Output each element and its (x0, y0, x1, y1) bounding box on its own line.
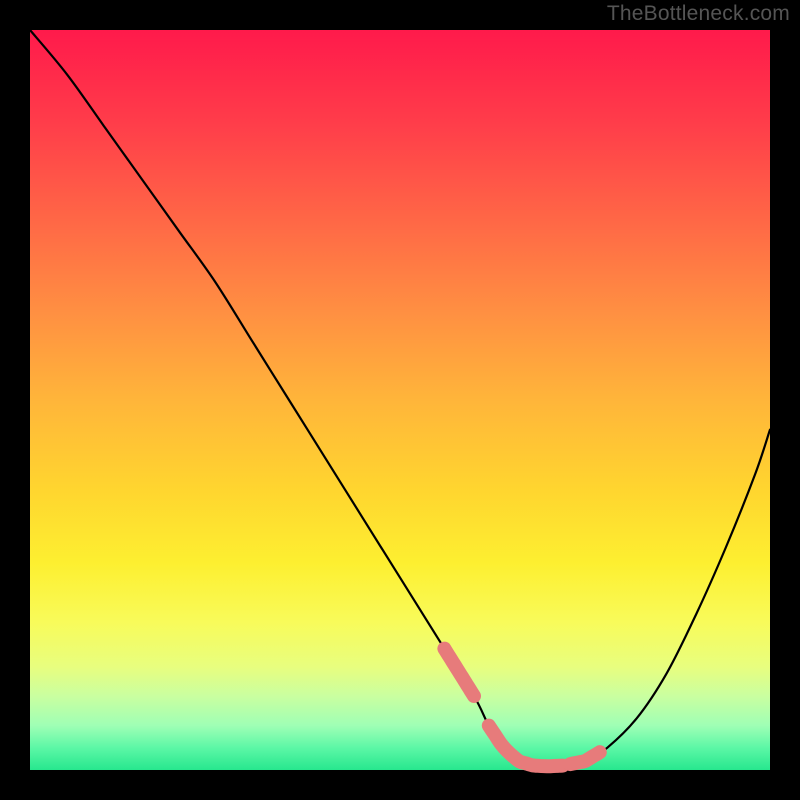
highlight-valley-floor (489, 726, 563, 767)
chart-frame: TheBottleneck.com (0, 0, 800, 800)
plot-area (30, 30, 770, 770)
watermark-text: TheBottleneck.com (607, 2, 790, 26)
highlight-right-ascent (570, 752, 600, 764)
curve-svg (30, 30, 770, 770)
highlight-left-descent (444, 649, 474, 696)
bottleneck-curve (30, 30, 770, 766)
